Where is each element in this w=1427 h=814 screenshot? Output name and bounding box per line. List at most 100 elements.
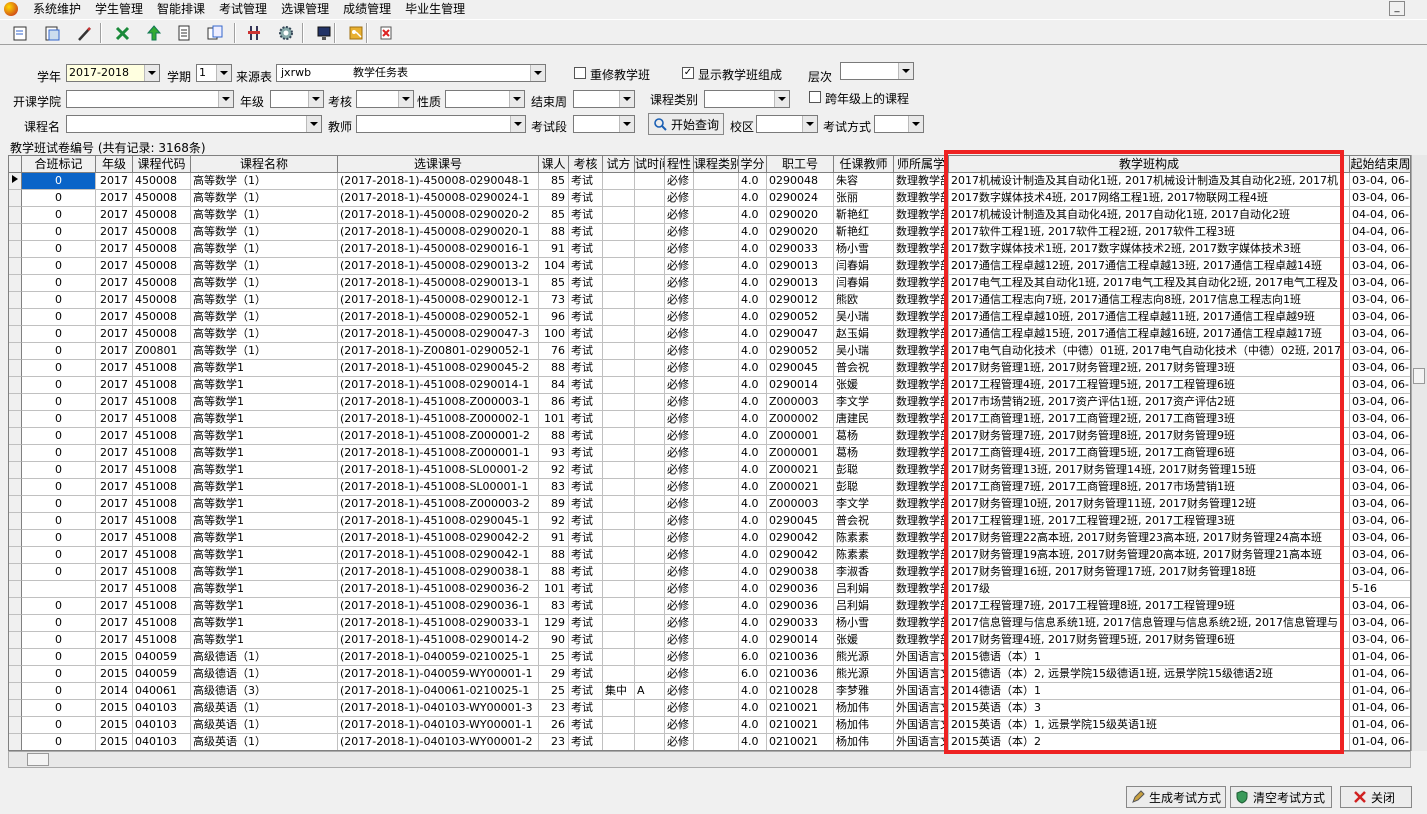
table-cell[interactable]: 4.0 [739,377,767,394]
table-cell[interactable]: 0 [22,666,96,683]
table-cell[interactable]: 86 [539,394,569,411]
table-cell[interactable]: 高等数学1 [191,428,338,445]
table-cell[interactable]: 450008 [133,292,191,309]
table-cell[interactable]: (2017-2018-1)-451008-0290014-2 [338,632,539,649]
kaikexueyuan-select[interactable] [66,90,234,108]
table-cell[interactable]: 2017财务管理10班, 2017财务管理11班, 2017财务管理12班 [949,496,1350,513]
table-cell[interactable]: 彭聪 [834,479,894,496]
table-cell[interactable]: 4.0 [739,326,767,343]
table-cell[interactable]: 0 [22,547,96,564]
table-row[interactable]: 0 2017 450008 高等数学（1） (2017-2018-1)-450008-0… [9,190,1410,207]
table-cell[interactable]: (2017-2018-1)-451008-0290045-1 [338,513,539,530]
table-cell[interactable]: 88 [539,360,569,377]
table-cell[interactable]: 必修 [665,462,694,479]
table-cell[interactable]: 2017 [96,428,133,445]
table-cell[interactable] [694,343,739,360]
table-cell[interactable]: 4.0 [739,717,767,734]
table-cell[interactable]: 2017 [96,445,133,462]
xuenian-select[interactable]: 2017-2018 [66,64,160,82]
table-cell[interactable]: 0210028 [767,683,834,700]
table-cell[interactable] [635,173,665,190]
column-header[interactable]: 课人 [539,156,569,173]
column-header[interactable]: 课程类别 [694,156,739,173]
table-cell[interactable]: (2017-2018-1)-451008-0290042-2 [338,530,539,547]
table-cell[interactable]: 高等数学1 [191,496,338,513]
table-cell[interactable]: 考试 [569,241,603,258]
table-cell[interactable]: Z000001 [767,445,834,462]
table-cell[interactable]: 03-04, 06-17 [1350,598,1410,615]
table-cell[interactable]: 考试 [569,513,603,530]
table-cell[interactable]: (2017-2018-1)-451008-Z000002-1 [338,411,539,428]
table-cell[interactable]: 2015 [96,700,133,717]
table-cell[interactable] [694,615,739,632]
column-header[interactable]: 起始结束周 [1350,156,1410,173]
table-cell[interactable]: 外国语言文 [894,683,949,700]
page-icon[interactable] [174,23,194,43]
table-cell[interactable]: Z000001 [767,428,834,445]
table-row[interactable]: 0 2017 451008 高等数学1 (2017-2018-1)-451008-Z00… [9,496,1410,513]
row-indicator[interactable] [9,683,22,700]
table-row[interactable]: 0 2017 451008 高等数学1 (2017-2018-1)-451008-Z00… [9,445,1410,462]
table-cell[interactable]: 赵玉娟 [834,326,894,343]
table-cell[interactable]: 高级英语（1） [191,700,338,717]
table-cell[interactable]: 高等数学（1） [191,326,338,343]
table-cell[interactable]: 普会祝 [834,513,894,530]
table-cell[interactable]: 0 [22,190,96,207]
table-cell[interactable]: 4.0 [739,564,767,581]
table-cell[interactable]: 0 [22,428,96,445]
table-cell[interactable]: 03-04, 06-17 [1350,326,1410,343]
table-cell[interactable]: 吕利娟 [834,598,894,615]
table-cell[interactable] [694,428,739,445]
table-row[interactable]: 0 2017 450008 高等数学（1） (2017-2018-1)-450008-0… [9,207,1410,224]
xiaoqu-select[interactable] [756,115,818,133]
table-cell[interactable] [694,581,739,598]
table-cell[interactable]: 91 [539,530,569,547]
table-cell[interactable]: 451008 [133,377,191,394]
chongxiu-checkbox[interactable] [574,67,586,79]
table-cell[interactable] [694,190,739,207]
table-cell[interactable]: 张媛 [834,632,894,649]
table-cell[interactable]: 考试 [569,632,603,649]
table-cell[interactable]: 2017 [96,615,133,632]
table-cell[interactable]: 0 [22,615,96,632]
table-cell[interactable] [603,394,635,411]
table-cell[interactable] [603,241,635,258]
table-cell[interactable]: 2017通信工程志向7班, 2017通信工程志向8班, 2017信息工程志向1班 [949,292,1350,309]
table-cell[interactable] [694,411,739,428]
table-cell[interactable] [694,547,739,564]
table-cell[interactable]: 451008 [133,479,191,496]
table-cell[interactable]: Z000021 [767,462,834,479]
table-cell[interactable]: 0210021 [767,734,834,750]
table-cell[interactable]: 2017 [96,241,133,258]
table-cell[interactable]: 必修 [665,547,694,564]
table-cell[interactable] [603,258,635,275]
table-cell[interactable] [694,700,739,717]
table-cell[interactable]: 0290042 [767,547,834,564]
table-row[interactable]: 0 2017 451008 高等数学1 (2017-2018-1)-451008-029… [9,547,1410,564]
table-cell[interactable]: Z000021 [767,479,834,496]
table-cell[interactable]: 0290036 [767,598,834,615]
table-cell[interactable]: 考试 [569,292,603,309]
row-indicator[interactable] [9,479,22,496]
table-cell[interactable]: (2017-2018-1)-451008-Z000003-2 [338,496,539,513]
vscroll-thumb[interactable] [1413,368,1425,384]
table-cell[interactable]: 0290013 [767,275,834,292]
row-indicator[interactable] [9,241,22,258]
table-cell[interactable]: 03-04, 06-17 [1350,445,1410,462]
table-cell[interactable] [694,649,739,666]
table-cell[interactable]: 0 [22,445,96,462]
table-row[interactable]: 0 2017 Z00801 高等数学（1） (2017-2018-1)-Z00801-0… [9,343,1410,360]
table-cell[interactable]: 必修 [665,258,694,275]
kaoshifangshi-select[interactable] [874,115,924,133]
table-cell[interactable] [635,275,665,292]
table-cell[interactable]: 杨小雪 [834,241,894,258]
table-cell[interactable]: 450008 [133,241,191,258]
table-cell[interactable]: 2017 [96,173,133,190]
table-cell[interactable]: 88 [539,428,569,445]
table-cell[interactable]: 2017 [96,530,133,547]
table-cell[interactable] [635,581,665,598]
table-cell[interactable] [694,683,739,700]
table-cell[interactable]: 陈素素 [834,530,894,547]
copy-icon[interactable] [205,23,225,43]
table-cell[interactable]: 高级德语（1） [191,649,338,666]
